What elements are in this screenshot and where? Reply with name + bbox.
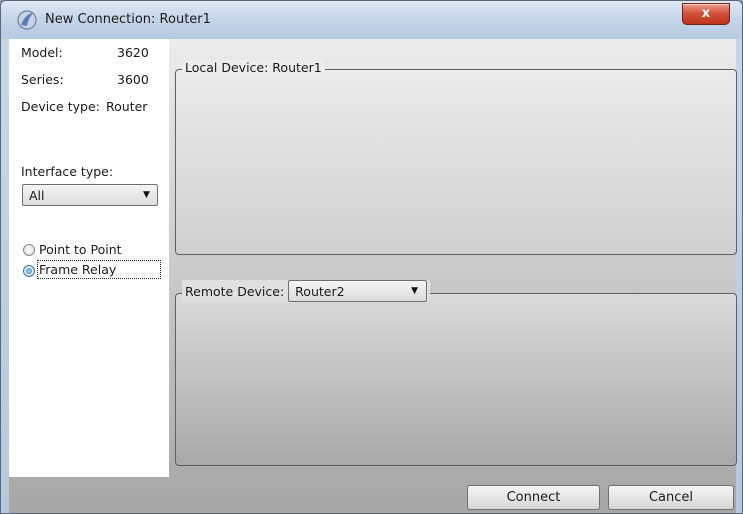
remote-device-group: Remote Device: Router2 ▼ [175,280,737,466]
remote-device-value: Router2 [295,284,345,299]
radio-label-point-to-point[interactable]: Point to Point [39,242,122,257]
device-info-panel: Model: 3620 Series: 3600 Device type: Ro… [9,39,169,477]
chevron-down-icon: ▼ [143,190,150,200]
window-title: New Connection: Router1 [45,12,211,27]
device-type-label: Device type: [21,99,100,114]
close-icon: x [701,6,711,21]
radio-frame-relay[interactable] [23,265,35,277]
remote-device-select[interactable]: Router2 ▼ [288,280,428,302]
close-button[interactable]: x [682,3,730,25]
series-label: Series: [21,72,64,87]
interface-type-select[interactable]: All ▼ [22,184,158,206]
interface-type-value: All [29,188,45,203]
device-type-value: Router [106,99,148,114]
connect-button[interactable]: Connect [467,485,600,510]
app-icon [17,10,37,30]
model-label: Model: [21,45,63,60]
chevron-down-icon: ▼ [411,286,419,296]
title-bar: New Connection: Router1 x [1,1,742,39]
series-value: 3600 [117,72,149,87]
cancel-button[interactable]: Cancel [608,485,734,510]
local-device-legend: Local Device: Router1 [182,60,325,75]
radio-label-frame-relay[interactable]: Frame Relay [39,262,116,277]
interface-type-label: Interface type: [21,164,114,179]
model-value: 3620 [117,45,149,60]
dialog-body: Model: 3620 Series: 3600 Device type: Ro… [9,39,737,513]
local-device-group: Local Device: Router1 [175,60,737,255]
remote-device-legend: Remote Device: Router2 ▼ [182,280,431,302]
radio-point-to-point[interactable] [23,244,35,256]
remote-device-label: Remote Device: [185,283,285,299]
dialog-window: New Connection: Router1 x Model: 3620 Se… [0,0,743,514]
